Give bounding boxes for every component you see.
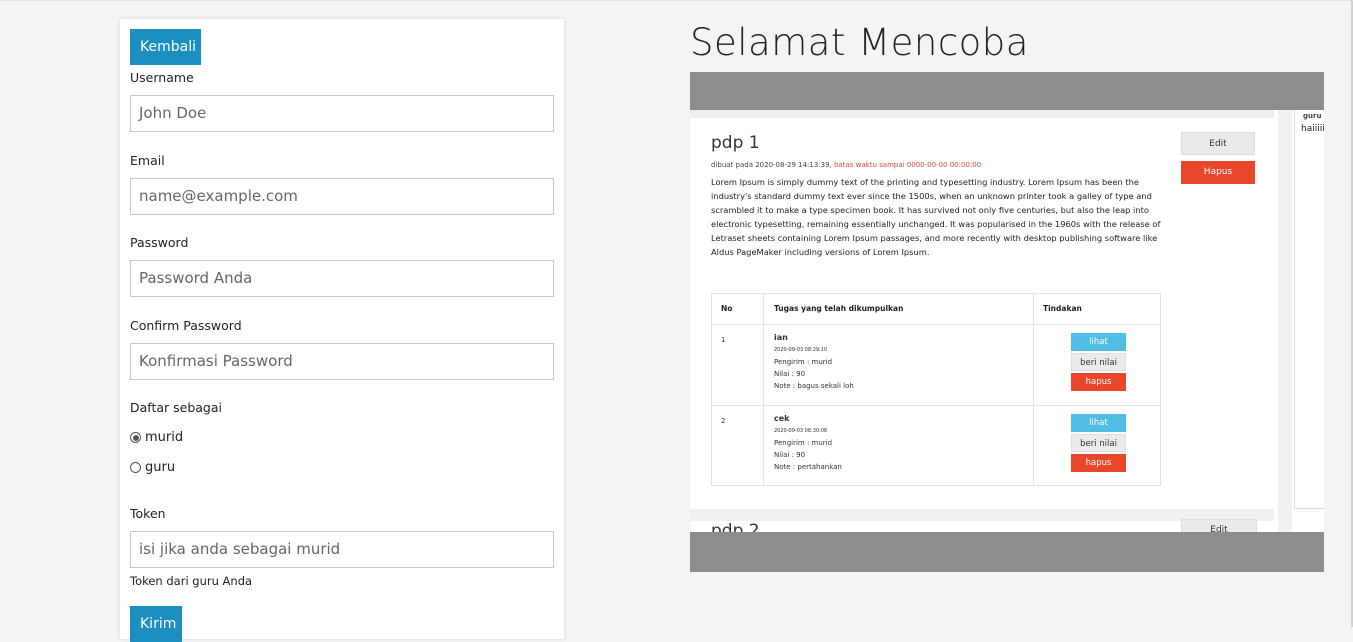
- register-form-card: Kembali Username John Doe Email name@exa…: [120, 19, 564, 642]
- row-name: ian: [774, 333, 788, 342]
- preview-screenshot: guru : haiiiii pdp 1 Edit Hapus dibuat p…: [690, 72, 1324, 572]
- view-button[interactable]: lihat: [1071, 333, 1126, 351]
- role-option-murid[interactable]: murid: [130, 430, 183, 445]
- post-deadline: batas waktu sampai 0000-00-00 00:00:00: [834, 161, 982, 169]
- row-sender: Pengirim : murid: [774, 439, 833, 447]
- delete-submission-button[interactable]: hapus: [1071, 454, 1126, 472]
- role-label: Daftar sebagai: [130, 400, 223, 415]
- token-hint: Token dari guru Anda: [130, 574, 253, 588]
- row-time: 2020-09-03 08:29:10: [774, 347, 828, 353]
- table-divider: [1033, 294, 1034, 485]
- role-option-label: murid: [145, 430, 184, 445]
- table-divider: [712, 324, 1160, 325]
- post-meta: dibuat pada 2020-08-29 14:13:39, batas w…: [711, 161, 981, 169]
- password-label: Password: [130, 235, 189, 250]
- side-text: haiiiii: [1301, 124, 1324, 134]
- confirm-password-label: Confirm Password: [130, 318, 242, 333]
- token-label: Token: [130, 506, 166, 521]
- email-input[interactable]: name@example.com: [130, 178, 554, 215]
- table-row: cek 2020-09-03 08:30:08 Pengirim : murid…: [774, 413, 842, 473]
- table-header-no: No: [721, 304, 733, 313]
- post-title: pdp 1: [711, 133, 760, 153]
- row-score: Nilai : 90: [774, 370, 806, 378]
- side-label: guru :: [1303, 112, 1324, 120]
- role-option-guru[interactable]: guru: [130, 460, 175, 475]
- preview-divider: [690, 110, 1274, 118]
- row-note: Note : pertahankan: [774, 463, 842, 471]
- username-label: Username: [130, 70, 194, 85]
- row-time: 2020-09-03 08:30:08: [774, 428, 828, 434]
- row-sender: Pengirim : murid: [774, 358, 833, 366]
- table-divider: [763, 294, 764, 485]
- back-button[interactable]: Kembali: [130, 29, 201, 65]
- username-input[interactable]: John Doe: [130, 95, 554, 132]
- preview-top-bar: [690, 72, 1324, 110]
- post-created: dibuat pada 2020-08-29 14:13:39,: [711, 161, 832, 169]
- radio-unchecked-icon[interactable]: [130, 462, 141, 473]
- post-edit-button[interactable]: Edit: [1181, 132, 1255, 155]
- view-button[interactable]: lihat: [1071, 414, 1126, 432]
- password-input[interactable]: Password Anda: [130, 260, 554, 297]
- confirm-password-input[interactable]: Konfirmasi Password: [130, 343, 554, 380]
- table-header-task: Tugas yang telah dikumpulkan: [774, 304, 904, 313]
- table-row: ian 2020-09-03 08:29:10 Pengirim : murid…: [774, 332, 854, 392]
- token-input[interactable]: isi jika anda sebagai murid: [130, 531, 554, 568]
- row-note: Note : bagus sekali loh: [774, 382, 854, 390]
- preview-gutter: [1278, 110, 1292, 532]
- email-label: Email: [130, 153, 165, 168]
- grade-button[interactable]: beri nilai: [1071, 353, 1126, 371]
- radio-checked-icon[interactable]: [130, 432, 141, 443]
- row-name: cek: [774, 414, 790, 423]
- submissions-table: No Tugas yang telah dikumpulkan Tindakan…: [711, 293, 1161, 486]
- post-delete-button[interactable]: Hapus: [1181, 161, 1255, 184]
- welcome-title: Selamat Mencoba: [690, 21, 1029, 64]
- table-header-action: Tindakan: [1043, 304, 1082, 313]
- table-divider: [712, 405, 1160, 406]
- row-score: Nilai : 90: [774, 451, 806, 459]
- preview-side-panel: guru : haiiiii: [1294, 110, 1324, 509]
- delete-submission-button[interactable]: hapus: [1071, 373, 1126, 391]
- row1-no: 1: [721, 336, 726, 344]
- preview-bottom-bar: [690, 532, 1324, 572]
- submit-button[interactable]: Kirim: [130, 606, 182, 642]
- role-option-label: guru: [145, 460, 176, 475]
- grade-button[interactable]: beri nilai: [1071, 434, 1126, 452]
- post-body: Lorem Ipsum is simply dummy text of the …: [711, 177, 1161, 257]
- row2-no: 2: [721, 417, 726, 425]
